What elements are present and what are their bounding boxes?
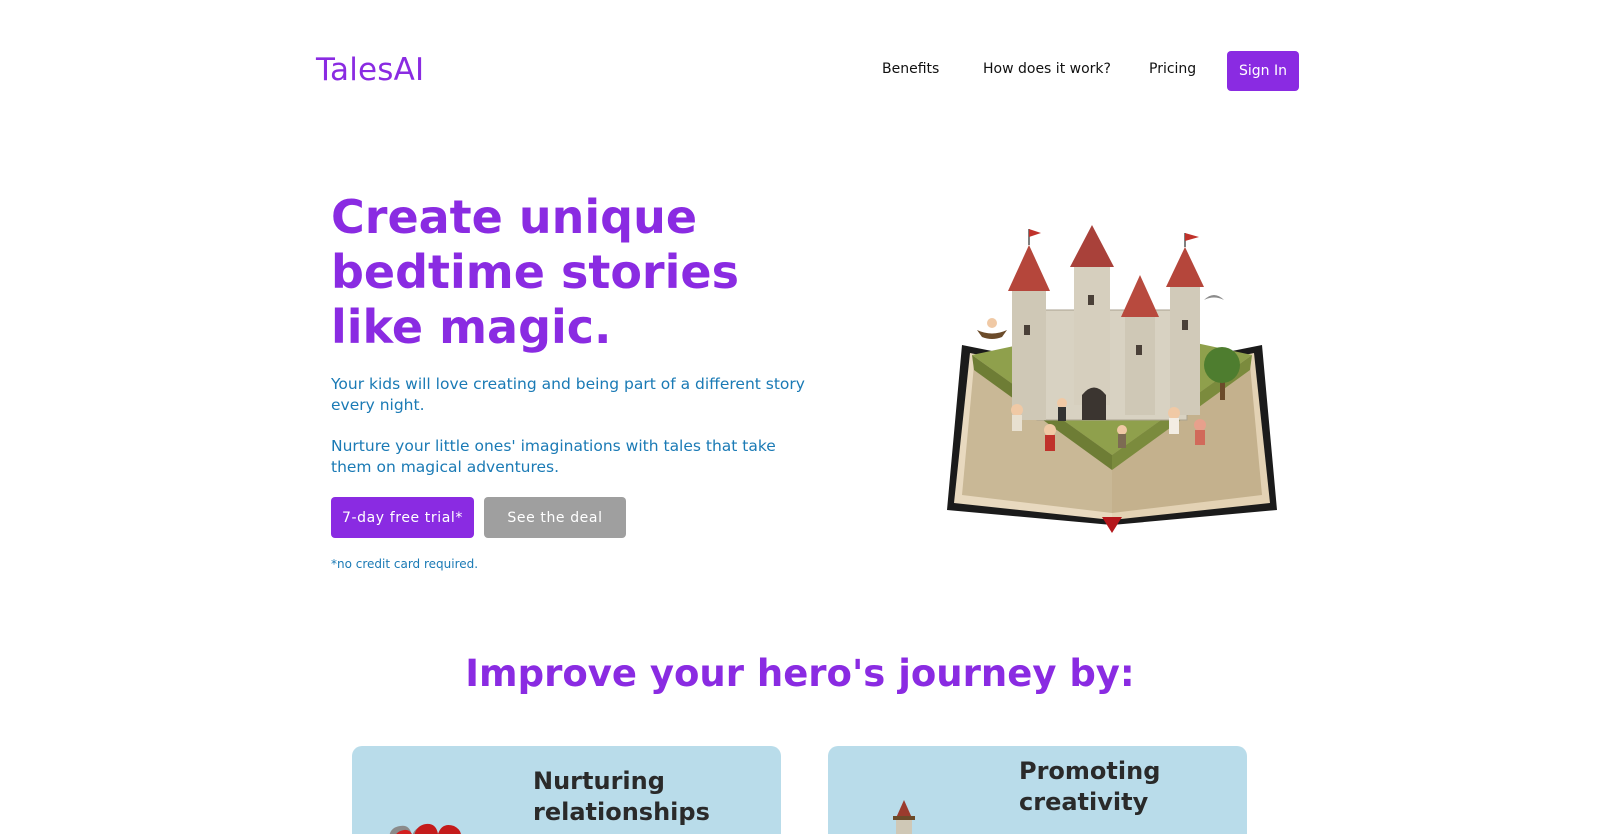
hearts-illustration [389,823,461,834]
see-deal-button[interactable]: See the deal [484,497,626,538]
nav-link-pricing[interactable]: Pricing [1149,61,1196,77]
hero-title: Create unique bedtime stories like magic… [331,190,739,354]
nav-link-benefits[interactable]: Benefits [882,61,939,77]
logo[interactable]: TalesAI [316,52,424,88]
free-trial-button[interactable]: 7-day free trial* [331,497,474,538]
castle-tower-illustration [893,800,915,834]
no-credit-card-note: *no credit card required. [331,557,479,571]
benefit-card-nurturing-relationships: Nurturing relationships [352,746,781,834]
card-title: Promoting creativity [1019,757,1161,816]
sign-in-button[interactable]: Sign In [1227,51,1299,91]
benefits-section-title: Improve your hero's journey by: [465,652,1135,695]
benefit-card-promoting-creativity: Promoting creativity [828,746,1247,834]
hero-paragraph-1: Your kids will love creating and being p… [331,375,805,414]
page: TalesAI Benefits How does it work? Prici… [0,0,1600,834]
card-title: Nurturing relationships [533,767,710,826]
castle-book-illustration [947,225,1277,533]
hero-paragraph-2: Nurture your little ones' imaginations w… [331,437,776,476]
nav-link-how-it-works[interactable]: How does it work? [983,61,1111,77]
